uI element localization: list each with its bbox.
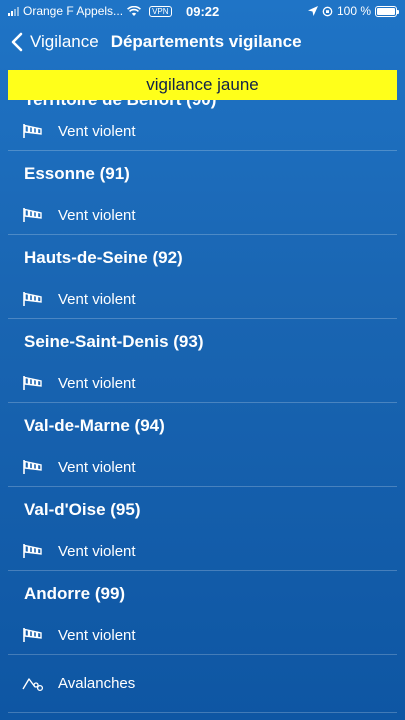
hazard-row[interactable]: Vent violent [8,112,397,150]
department-name: Territoire de Belfort (90) [8,100,397,112]
department-item: Andorre (99) Vent violent [8,571,397,655]
wind-icon [23,208,42,222]
hazard-label: Vent violent [58,542,136,560]
wind-icon [23,376,42,390]
department-item: Territoire de Belfort (90) Vent violent [8,100,397,151]
hazard-label: Vent violent [58,122,136,140]
hazard-row[interactable]: Vent violent [8,448,397,486]
hazard-row[interactable]: Vent violent [8,280,397,318]
hazard-row[interactable]: Vent violent [8,196,397,234]
battery-percent: 100 % [336,4,371,18]
hazard-label: Vent violent [58,374,136,392]
cellular-signal-icon [8,6,19,16]
wind-icon [23,292,42,306]
navigation-bar: Vigilance Départements vigilance [0,26,405,58]
wind-icon [23,628,42,642]
chevron-left-icon [11,32,23,52]
department-name: Andorre (99) [24,583,126,603]
department-name: Val-de-Marne (94) [24,415,165,435]
battery-icon [375,5,399,17]
hazard-row[interactable]: Vent violent [8,364,397,402]
department-item: Val-de-Marne (94) Vent violent [8,403,397,487]
back-button-label: Vigilance [30,32,99,51]
vpn-badge: VPN [149,5,172,17]
department-item: Hauts-de-Seine (92) Vent violent [8,235,397,319]
department-item: Essonne (91) Vent violent [8,151,397,235]
back-button[interactable]: Vigilance [0,32,99,52]
wind-icon [23,124,42,138]
status-left: Orange F Appels... VPN [8,4,178,18]
avalanche-icon [22,677,44,691]
hazard-row[interactable]: Vent violent [8,616,397,654]
location-arrow-icon [307,6,318,16]
department-name: Essonne (91) [24,163,130,183]
vigilance-level-banner: vigilance jaune [8,70,397,100]
carrier-name: Orange F Appels... [23,4,124,18]
department-name: Seine-Saint-Denis (93) [24,331,204,351]
hazard-row[interactable]: Vent violent [8,532,397,570]
wind-icon [23,460,42,474]
department-list[interactable]: Territoire de Belfort (90) Vent violent … [0,100,405,720]
department-list-content: Territoire de Belfort (90) Vent violent … [0,100,405,713]
wind-icon [23,544,42,558]
hazard-label: Vent violent [58,626,136,644]
hazard-label: Vent violent [58,458,136,476]
avalanche-label: Avalanches [58,675,136,692]
department-name: Val-d'Oise (95) [24,499,141,519]
avalanche-row[interactable]: Avalanches [8,655,397,713]
hazard-label: Vent violent [58,206,136,224]
page-title: Départements vigilance [110,32,302,51]
department-name: Hauts-de-Seine (92) [24,247,183,267]
clock: 09:22 [186,4,220,19]
wifi-icon [127,5,142,16]
status-right: 100 % [307,4,399,18]
hazard-label: Vent violent [58,290,136,308]
department-item: Seine-Saint-Denis (93) Vent violent [8,319,397,403]
status-bar: Orange F Appels... VPN 09:22 100 % [0,0,405,22]
department-item: Val-d'Oise (95) Vent violent [8,487,397,571]
orientation-lock-icon [322,6,333,16]
